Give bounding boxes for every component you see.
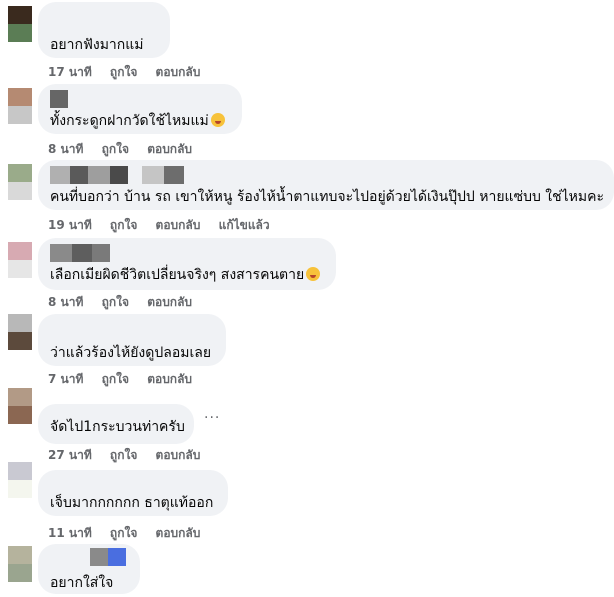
comment-text: จัดไป1กระบวนท่าครับ [50,419,185,435]
avatar[interactable] [8,88,32,124]
pleading-emoji-icon [306,267,321,281]
comment-text: อยากฟังมากแม่ [50,37,144,53]
edited-label[interactable]: แก้ไขแล้ว [219,218,270,232]
like-link[interactable]: ถูกใจ [110,448,137,462]
comment-actions: 7 นาที ถูกใจ ตอบกลับ [48,370,206,389]
reply-link[interactable]: ตอบกลับ [156,218,201,232]
comment-text: ว่าแล้วร้องไห้ยังดูปลอมเลย [50,345,212,361]
comment-actions: 27 นาที ถูกใจ ตอบกลับ [48,446,214,465]
reply-link[interactable]: ตอบกลับ [156,448,201,462]
author-name-blurred[interactable] [90,548,126,566]
comment-actions: 11 นาที ถูกใจ ตอบกลับ [48,524,214,543]
comment-text: เจ็บมากกกกกก ธาตุแท้ออก [50,495,214,511]
comment-bubble: อยากฟังมากแม่ [38,2,170,58]
comment-bubble: เจ็บมากกกกกก ธาตุแท้ออก [38,470,228,516]
comment-bubble: ทั้งกระดูกฝากวัดใช้ไหมแม่ [38,84,242,134]
reply-link[interactable]: ตอบกลับ [156,526,201,540]
avatar[interactable] [8,546,32,582]
comment-time: 19 นาที [48,218,92,232]
comment-actions: 8 นาที ถูกใจ ตอบกลับ [48,293,206,312]
comment-time: 11 นาที [48,526,92,540]
author-name-blurred[interactable] [50,166,184,184]
comment-actions: 19 นาที ถูกใจ ตอบกลับ แก้ไขแล้ว [48,216,284,235]
comment-actions: 8 นาที ถูกใจ ตอบกลับ [48,140,206,159]
comment-text: เลือกเมียผิดชีวิตเปลี่ยนจริงๆ สงสารคนตาย [50,266,321,284]
comment-text: ทั้งกระดูกฝากวัดใช้ไหมแม่ [50,112,225,130]
comment-bubble: คนที่บอกว่า บ้าน รถ เขาให้หนู ร้องไห้น้ำ… [38,160,614,210]
reply-link[interactable]: ตอบกลับ [147,295,192,309]
comment-time: 17 นาที [48,65,92,79]
comment-text: คนที่บอกว่า บ้าน รถ เขาให้หนู ร้องไห้น้ำ… [50,189,605,205]
author-name-blurred[interactable] [50,90,68,108]
like-link[interactable]: ถูกใจ [110,218,137,232]
comment-text: อยากใส่ใจ [50,575,114,591]
comment-bubble: อยากใส่ใจ [38,544,140,594]
avatar[interactable] [8,314,32,350]
avatar[interactable] [8,462,32,498]
more-options-icon[interactable]: ... [204,406,220,422]
author-name-blurred[interactable] [50,244,110,262]
comment-time: 8 นาที [48,142,84,156]
comment-time: 27 นาที [48,448,92,462]
like-link[interactable]: ถูกใจ [102,372,129,386]
avatar[interactable] [8,6,32,42]
laughing-emoji-icon [210,113,225,127]
comment-actions: 17 นาที ถูกใจ ตอบกลับ [48,63,214,82]
comment-bubble: จัดไป1กระบวนท่าครับ [38,404,194,444]
like-link[interactable]: ถูกใจ [110,526,137,540]
avatar[interactable] [8,388,32,424]
reply-link[interactable]: ตอบกลับ [147,372,192,386]
comment-time: 7 นาที [48,372,84,386]
reply-link[interactable]: ตอบกลับ [156,65,201,79]
comment-time: 8 นาที [48,295,84,309]
like-link[interactable]: ถูกใจ [102,295,129,309]
like-link[interactable]: ถูกใจ [102,142,129,156]
comment-bubble: ว่าแล้วร้องไห้ยังดูปลอมเลย [38,314,226,366]
comment-bubble: เลือกเมียผิดชีวิตเปลี่ยนจริงๆ สงสารคนตาย [38,238,336,290]
avatar[interactable] [8,242,32,278]
avatar[interactable] [8,164,32,200]
reply-link[interactable]: ตอบกลับ [147,142,192,156]
like-link[interactable]: ถูกใจ [110,65,137,79]
